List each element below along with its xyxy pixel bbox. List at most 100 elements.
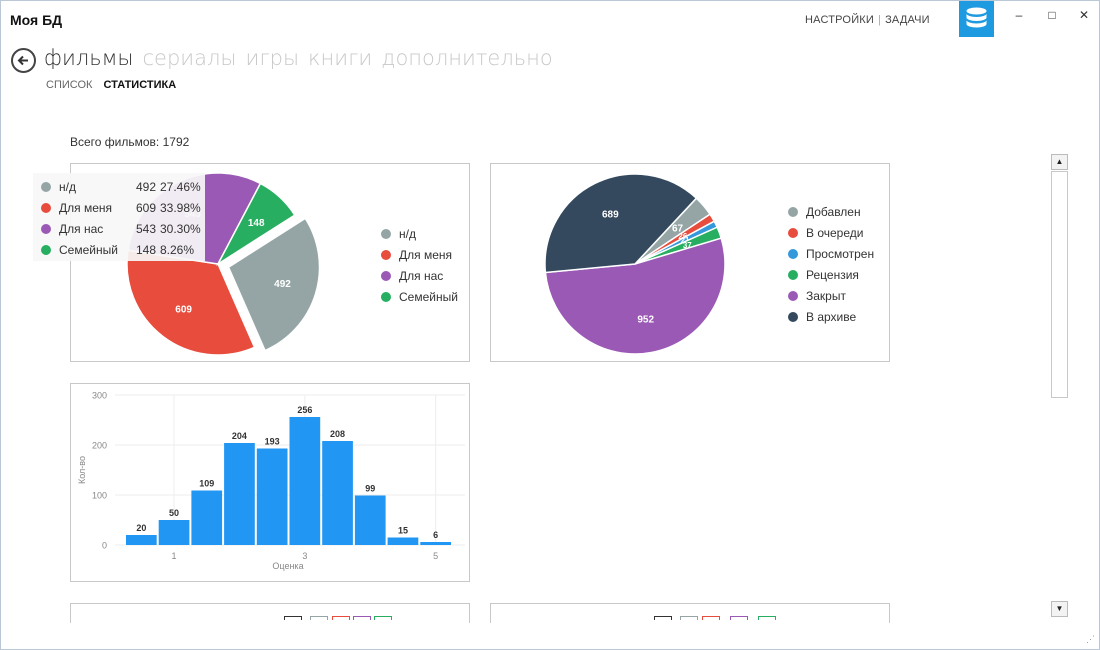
slice-label: 609 [175,304,192,315]
swatch-box[interactable] [654,616,672,620]
tooltip-label: Для меня [59,200,113,215]
slice-label: 689 [602,209,619,220]
legend-item[interactable]: В архиве [788,306,874,327]
swatch-box[interactable] [374,616,392,620]
legend-item[interactable]: Закрыт [788,285,874,306]
swatch-box[interactable] [310,616,328,620]
bar[interactable] [289,417,321,545]
y-axis-label: Кол-во [77,456,87,484]
bar-value-label: 20 [136,523,146,533]
x-tick-label: 3 [302,551,307,561]
legend-dot [788,227,798,238]
legend-item[interactable]: Добавлен [788,201,874,222]
bar-value-label: 193 [265,437,280,447]
swatch-box[interactable] [730,616,748,620]
y-tick-label: 300 [92,391,107,401]
tooltip-value: 492 [135,179,156,194]
scroll-down-button[interactable]: ▼ [1051,601,1068,617]
bar-value-label: 208 [330,429,345,439]
swatch-box[interactable] [702,616,720,620]
total-films-label: Всего фильмов: 1792 [70,135,190,149]
legend-dot [788,290,798,301]
bar-value-label: 15 [398,526,408,536]
bar[interactable] [191,490,223,546]
legend-dot [788,206,798,217]
bar[interactable] [158,520,190,545]
sub-tabs: СПИСОК СТАТИСТИКА [46,79,184,91]
status-pie-panel: 67 26 21 37 952 689 Добавлен В очереди Просмо… [490,163,890,362]
back-button[interactable] [11,48,36,73]
slice-label: 492 [274,279,291,290]
x-axis-label: Оценка [272,561,303,571]
subtab-list[interactable]: СПИСОК [46,79,92,91]
pie-tooltip: н/д 492 27.46% Для меня 609 33.98% Для нас 54… [33,173,205,261]
bar-value-label: 204 [232,431,247,441]
bar[interactable] [420,542,451,545]
tooltip-dot [41,181,51,192]
tab-films[interactable]: фильмы [44,46,134,70]
vertical-scrollbar[interactable]: ▲ ▼ [1051,154,1068,617]
legend-item[interactable]: В очереди [788,222,874,243]
tooltip-row: Для меня 609 33.98% [41,197,205,218]
swatch-box[interactable] [353,616,371,620]
bar[interactable] [126,535,157,545]
tab-extra[interactable]: дополнительно [381,46,552,70]
bar[interactable] [387,537,419,546]
tooltip-row: Семейный 148 8.26% [41,239,205,260]
close-button[interactable]: ✕ [1072,7,1096,27]
bar[interactable] [354,495,386,546]
section-tabs: фильмы сериалы игры книги дополнительно [44,46,562,70]
tooltip-dot [41,244,51,255]
tab-series[interactable]: сериалы [143,46,237,70]
tab-books[interactable]: книги [308,46,372,70]
swatch-box[interactable] [284,616,302,620]
x-tick-label: 1 [172,551,177,561]
bar[interactable] [224,443,255,545]
x-tick-label: 5 [433,551,438,561]
legend-dot [788,311,798,322]
legend-label: Просмотрен [806,246,875,261]
tooltip-percent: 8.26% [160,242,195,257]
scroll-up-button[interactable]: ▲ [1051,154,1068,170]
tooltip-row: н/д 492 27.46% [41,176,205,197]
legend-label: Для меня [399,247,453,262]
bar[interactable] [256,448,288,546]
legend-item[interactable]: н/д [381,223,458,244]
status-legend: Добавлен В очереди Просмотрен Рецензия З… [788,201,874,327]
bar-value-label: 6 [433,530,438,540]
tasks-link[interactable]: ЗАДАЧИ [885,14,930,26]
settings-link[interactable]: НАСТРОЙКИ [805,14,874,26]
legend-dot [381,249,391,260]
legend-dot [788,248,798,259]
legend-item[interactable]: Семейный [381,286,458,307]
swatch-box[interactable] [332,616,350,620]
rating-bar-panel: 0 100 200 300 1 3 5 20 50 109 204 193 256 208 99 15 6 Оце… [70,383,470,582]
minimize-button[interactable]: – [1007,7,1031,27]
database-icon [966,7,987,28]
database-button[interactable] [959,1,994,37]
legend-dot [381,291,391,302]
swatch-box[interactable] [680,616,698,620]
app-title: Моя БД [10,12,63,28]
bar[interactable] [322,441,353,545]
legend-item[interactable]: Рецензия [788,264,874,285]
slice-label: 148 [248,218,265,229]
scroll-thumb[interactable] [1051,171,1068,398]
legend-dot [381,228,391,239]
bar-value-label: 50 [169,508,179,518]
subtab-statistics[interactable]: СТАТИСТИКА [104,79,177,91]
app-window: Моя БД НАСТРОЙКИ | ЗАДАЧИ – □ ✕ фильмы сери… [0,0,1100,650]
legend-label: н/д [399,226,416,241]
y-tick-label: 200 [92,441,107,451]
tooltip-dot [41,202,51,213]
rating-bar-chart: 0 100 200 300 1 3 5 20 50 109 204 193 256 208 99 15 6 Оце… [77,391,465,571]
tab-games[interactable]: игры [246,46,300,70]
maximize-button[interactable]: □ [1040,7,1064,27]
legend-item[interactable]: Для меня [381,244,458,265]
legend-item[interactable]: Просмотрен [788,243,874,264]
legend-label: Для нас [399,268,444,283]
resize-grip-icon[interactable]: ⋰ [1086,634,1095,645]
legend-label: Закрыт [806,288,846,303]
legend-item[interactable]: Для нас [381,265,458,286]
swatch-box[interactable] [758,616,776,620]
